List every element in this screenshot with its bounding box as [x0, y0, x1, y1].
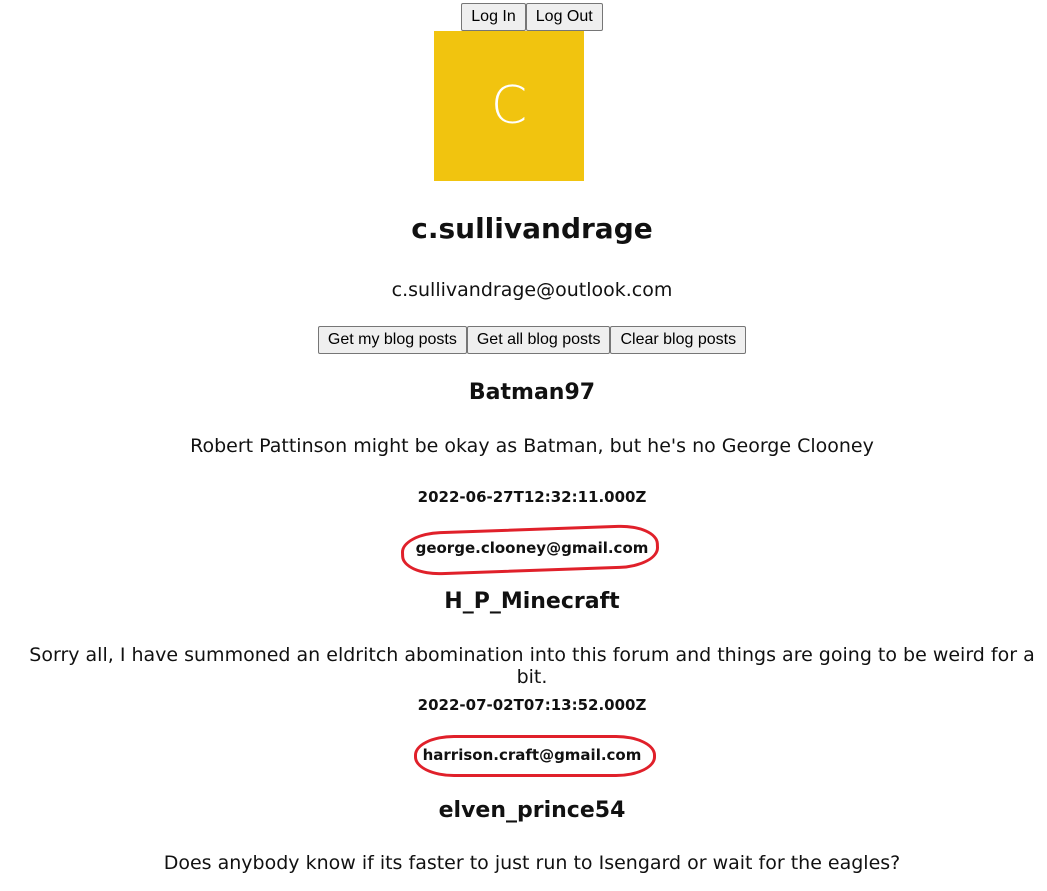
post-body: Does anybody know if its faster to just …: [163, 852, 901, 874]
get-all-posts-button[interactable]: Get all blog posts: [466, 326, 611, 354]
profile-email: c.sullivandrage@outlook.com: [391, 279, 673, 301]
avatar: C: [434, 31, 584, 181]
logout-button[interactable]: Log Out: [525, 3, 603, 31]
post-email-text: george.clooney@gmail.com: [415, 539, 649, 557]
post-body: Sorry all, I have summoned an eldritch a…: [29, 644, 1035, 688]
clear-posts-button[interactable]: Clear blog posts: [610, 326, 747, 354]
avatar-letter: C: [490, 76, 528, 136]
auth-controls: Log In Log Out: [0, 3, 1047, 31]
login-button[interactable]: Log In: [461, 3, 526, 31]
post-email-text: harrison.craft@gmail.com: [422, 746, 642, 764]
post-author: elven_prince54: [438, 798, 626, 823]
post-author: Batman97: [468, 380, 596, 405]
get-my-posts-button[interactable]: Get my blog posts: [317, 326, 467, 354]
blog-controls: Get my blog posts Get all blog posts Cle…: [0, 326, 1047, 354]
post-body: Robert Pattinson might be okay as Batman…: [190, 435, 874, 457]
post-email: george.clooney@gmail.com: [0, 539, 1047, 557]
post-date: 2022-06-27T12:32:11.000Z: [417, 488, 647, 506]
post-date: 2022-07-02T07:13:52.000Z: [417, 696, 647, 714]
page: Log In Log Out C c.sullivandrage c.sulli…: [0, 0, 1047, 891]
profile-name: c.sullivandrage: [411, 212, 653, 245]
post-email: harrison.craft@gmail.com: [0, 746, 1047, 764]
post-author: H_P_Minecraft: [444, 589, 620, 614]
